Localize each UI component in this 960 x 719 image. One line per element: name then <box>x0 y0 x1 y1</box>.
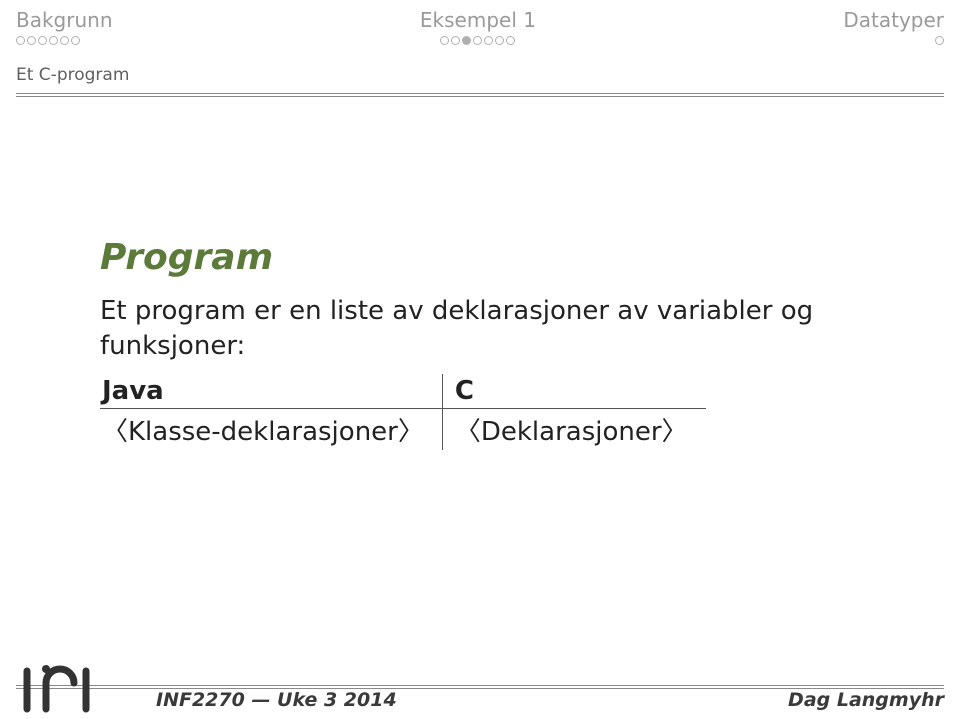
progress-dots <box>440 36 515 45</box>
progress-dot[interactable] <box>935 36 944 45</box>
table-cell-c: 〈Deklarasjoner〉 <box>442 409 705 451</box>
slide-content: Program Et program er en liste av deklar… <box>0 97 960 450</box>
compare-table: Java C 〈Klasse-deklarasjoner〉 〈Deklarasj… <box>100 374 706 450</box>
nav-label: Eksempel 1 <box>420 8 536 32</box>
table-cell-java: 〈Klasse-deklarasjoner〉 <box>100 409 442 451</box>
progress-dots <box>16 36 80 45</box>
section-nav: Bakgrunn Eksempel 1 Datatyper <box>16 8 944 45</box>
slide-header: Bakgrunn Eksempel 1 Datatyper Et C-progr… <box>0 0 960 97</box>
footer-right: Dag Langmyhr <box>788 689 944 711</box>
progress-dot[interactable] <box>440 36 449 45</box>
nav-section-datatyper[interactable]: Datatyper <box>843 8 944 45</box>
table-header-c: C <box>442 374 705 409</box>
nav-label: Datatyper <box>843 8 944 32</box>
table-header-java: Java <box>100 374 442 409</box>
divider <box>16 93 944 94</box>
progress-dot[interactable] <box>16 36 25 45</box>
progress-dot[interactable] <box>49 36 58 45</box>
progress-dot[interactable] <box>506 36 515 45</box>
progress-dot[interactable] <box>462 36 471 45</box>
divider <box>16 685 944 686</box>
progress-dot[interactable] <box>38 36 47 45</box>
subsection-label: Et C-program <box>16 65 944 85</box>
slide-title: Program <box>100 237 860 278</box>
progress-dot[interactable] <box>451 36 460 45</box>
table-row: 〈Klasse-deklarasjoner〉 〈Deklarasjoner〉 <box>100 409 706 451</box>
progress-dot[interactable] <box>71 36 80 45</box>
progress-dots <box>935 36 944 45</box>
nav-label: Bakgrunn <box>16 8 113 32</box>
footer-left: INF2270 — Uke 3 2014 <box>156 689 397 711</box>
body-text: Et program er en liste av deklarasjoner … <box>100 294 860 364</box>
nav-section-bakgrunn[interactable]: Bakgrunn <box>16 8 113 45</box>
progress-dot[interactable] <box>473 36 482 45</box>
progress-dot[interactable] <box>495 36 504 45</box>
progress-dot[interactable] <box>484 36 493 45</box>
progress-dot[interactable] <box>27 36 36 45</box>
slide-footer: INF2270 — Uke 3 2014 Dag Langmyhr <box>0 677 960 719</box>
ifi-logo <box>16 663 126 713</box>
progress-dot[interactable] <box>60 36 69 45</box>
nav-section-eksempel1[interactable]: Eksempel 1 <box>420 8 536 45</box>
